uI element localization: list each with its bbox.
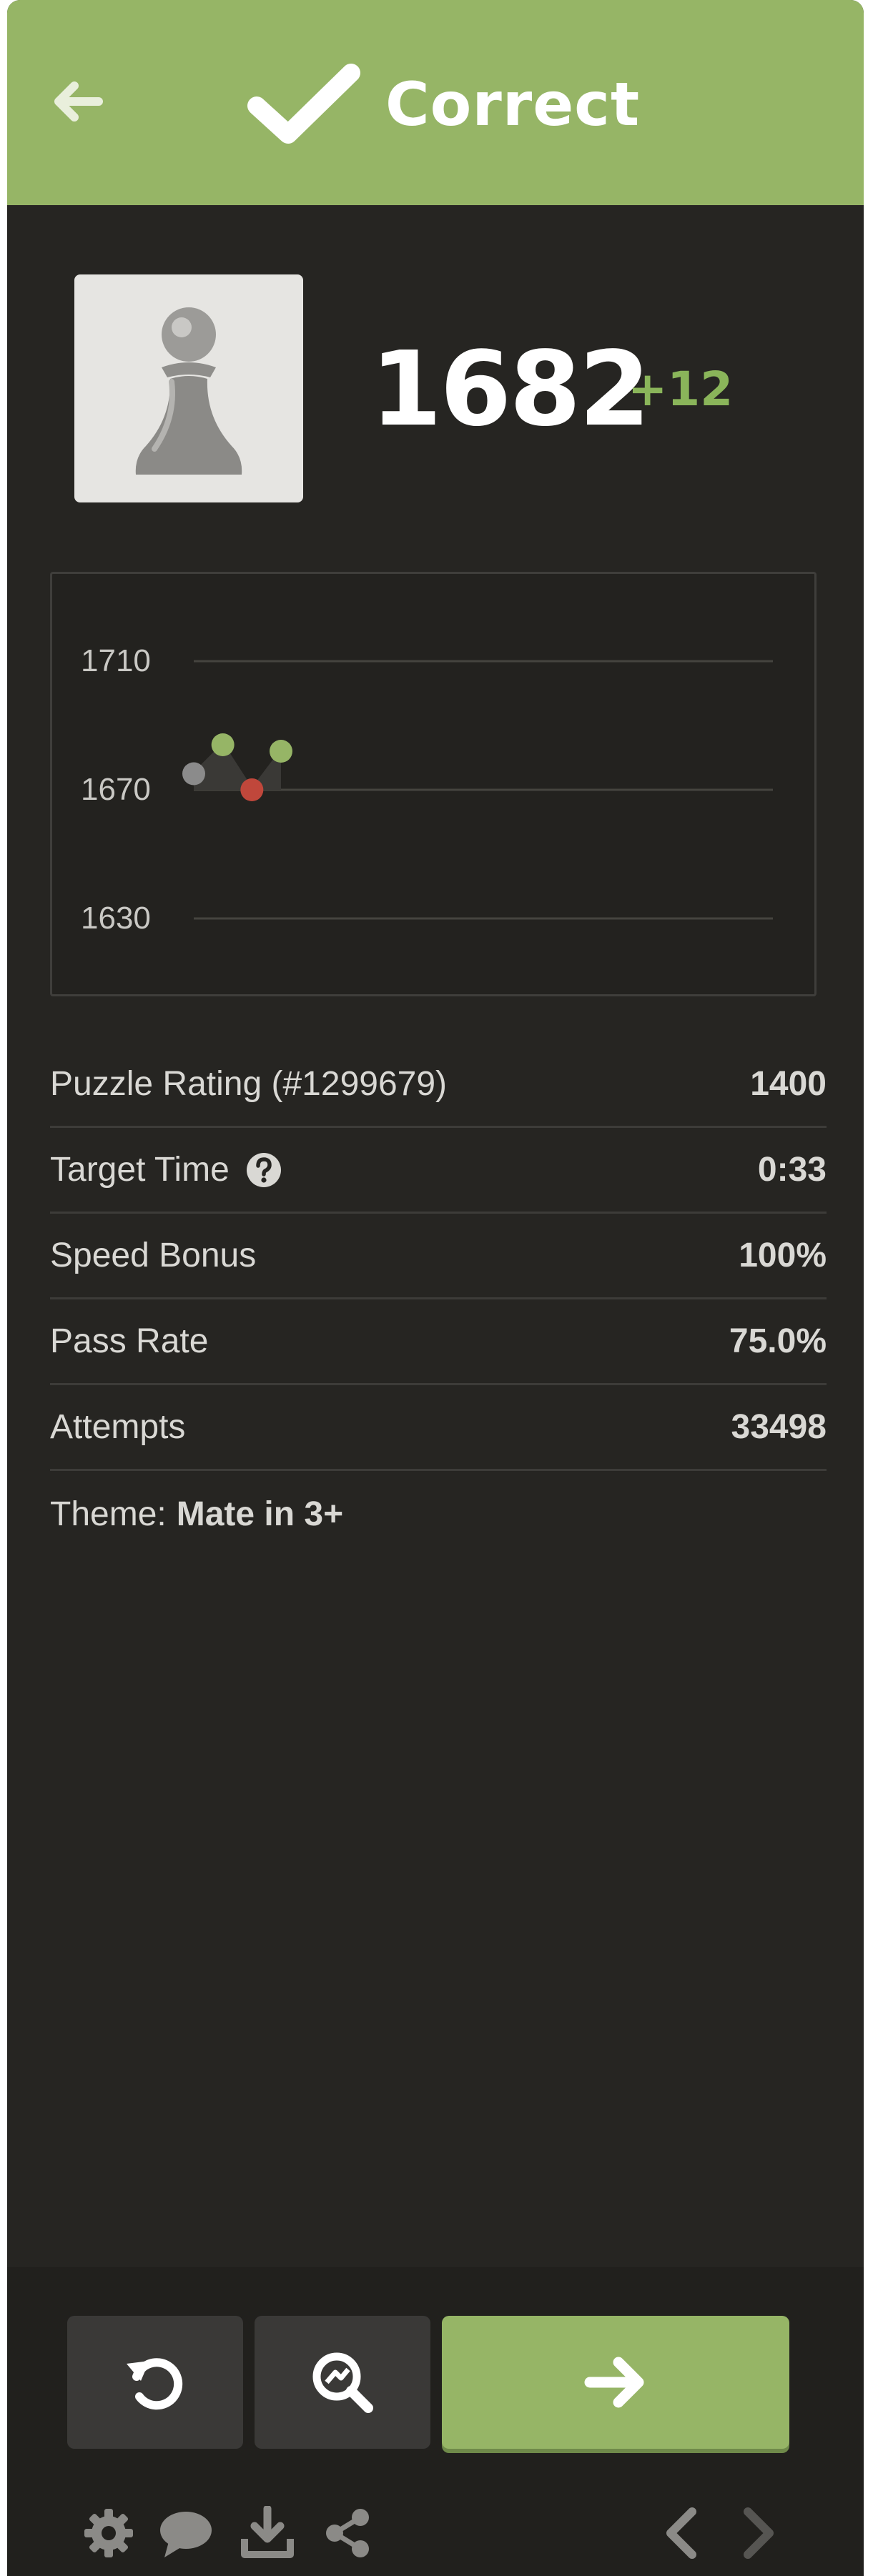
share-icon [326, 2509, 369, 2557]
settings-button[interactable] [82, 2506, 136, 2560]
stat-row-puzzle-rating: Puzzle Rating (#1299679) 1400 [50, 1042, 827, 1128]
retry-button[interactable] [67, 2316, 243, 2449]
arrow-left-icon [54, 81, 103, 122]
next-puzzle-button[interactable] [442, 2316, 789, 2449]
retry-icon [127, 2358, 183, 2410]
y-tick-label: 1630 [81, 901, 151, 936]
result-title: Correct [385, 69, 641, 139]
chevron-right-icon [744, 2507, 774, 2559]
theme-prefix: Theme: [50, 1495, 167, 1533]
comments-button[interactable] [159, 2506, 213, 2560]
download-button[interactable] [240, 2506, 295, 2560]
back-button[interactable] [44, 69, 110, 134]
rating-point [270, 740, 292, 763]
share-button[interactable] [320, 2506, 375, 2560]
y-tick-label: 1670 [81, 772, 151, 807]
stat-row-attempts: Attempts 33498 [50, 1385, 827, 1471]
result-header: Correct [7, 0, 864, 205]
player-avatar [74, 274, 303, 502]
puzzle-stats: Puzzle Rating (#1299679) 1400 Target Tim… [50, 1042, 827, 1557]
result-title-group: Correct [247, 63, 640, 146]
puzzle-theme: Theme: Mate in 3+ [50, 1471, 827, 1557]
chevron-left-icon [666, 2507, 696, 2559]
rating-point [182, 762, 205, 786]
player-rating: 1682 [370, 329, 651, 449]
stat-value: 33498 [731, 1408, 827, 1446]
arrow-right-icon [584, 2357, 644, 2408]
rating-change: +12 [628, 362, 734, 417]
question-circle-icon[interactable] [245, 1151, 282, 1189]
analysis-button[interactable] [255, 2316, 430, 2449]
puzzle-result-panel: Correct 1682 +12 1710 1670 1630 Puzzle Rat… [7, 0, 864, 2576]
previous-button[interactable] [653, 2506, 708, 2560]
stat-value: 1400 [750, 1065, 827, 1103]
stat-label-wrap: Target Time [50, 1150, 282, 1189]
analysis-icon [312, 2352, 373, 2413]
chat-icon [160, 2512, 212, 2557]
stat-value: 100% [739, 1237, 827, 1274]
stat-value: 75.0% [729, 1322, 827, 1360]
rating-point [211, 733, 235, 756]
theme-value[interactable]: Mate in 3+ [177, 1495, 343, 1534]
next-button[interactable] [732, 2506, 786, 2560]
stat-label: Attempts [50, 1408, 186, 1446]
stat-label: Puzzle Rating (#1299679) [50, 1065, 448, 1103]
stat-label: Pass Rate [50, 1322, 209, 1360]
y-tick-label: 1710 [81, 643, 151, 678]
rating-chart: 1710 1670 1630 [50, 572, 817, 996]
checkmark-icon [247, 64, 360, 144]
download-icon [241, 2506, 294, 2558]
stat-row-speed-bonus: Speed Bonus 100% [50, 1214, 827, 1299]
stat-value: 0:33 [757, 1151, 827, 1189]
pawn-icon [135, 307, 242, 475]
stat-label: Target Time [50, 1151, 230, 1189]
gear-icon [84, 2509, 133, 2557]
stat-row-pass-rate: Pass Rate 75.0% [50, 1299, 827, 1385]
rating-chart-svg: 1710 1670 1630 [81, 643, 773, 936]
stat-label: Speed Bonus [50, 1237, 257, 1274]
rating-point [240, 778, 264, 801]
stat-row-target-time: Target Time 0:33 [50, 1128, 827, 1214]
